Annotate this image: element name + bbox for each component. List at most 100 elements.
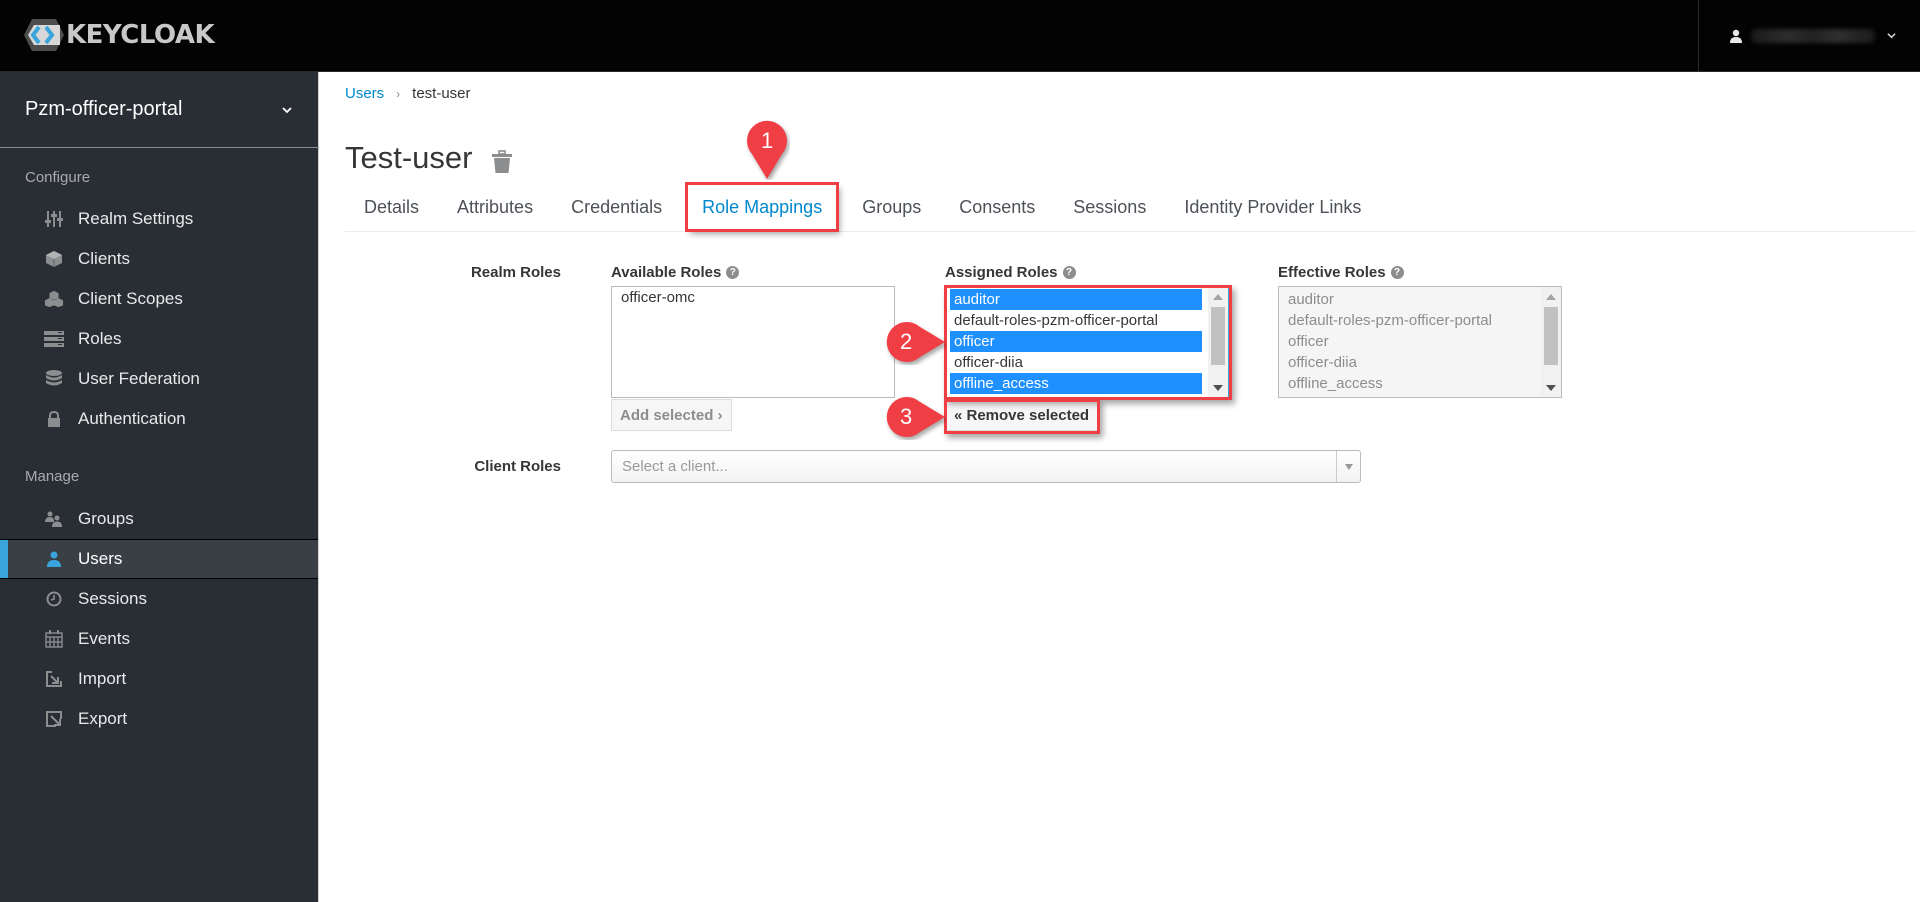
available-role-option[interactable]: officer-omc [612,287,894,308]
effective-role-option: default-roles-pzm-officer-portal [1288,312,1492,329]
sidebar-item-label: Roles [78,329,122,348]
sidebar-item-realm-settings[interactable]: Realm Settings [0,199,318,239]
assigned-roles-listbox[interactable]: auditor default-roles-pzm-officer-portal… [945,286,1229,398]
scroll-down-arrow-icon[interactable] [1213,385,1223,391]
dropdown-arrow-icon [1336,451,1360,482]
scroll-up-arrow-icon[interactable] [1213,294,1223,300]
sidebar-item-label: Realm Settings [78,209,194,228]
scroll-up-arrow-icon[interactable] [1546,294,1556,300]
map-pin-icon [886,397,945,437]
calendar-icon [44,630,64,648]
add-selected-button[interactable]: Add selected › [611,399,732,431]
tab-groups[interactable]: Groups [843,184,940,230]
breadcrumb: Users › test-user [345,85,471,102]
effective-roles-listbox: auditor default-roles-pzm-officer-portal… [1278,286,1562,398]
effective-role-option: officer [1288,333,1329,350]
user-icon [1730,29,1742,43]
help-icon[interactable]: ? [1390,266,1404,279]
tab-role-mappings[interactable]: Role Mappings [685,182,840,232]
effective-roles-header: Effective Roles ? [1278,264,1404,281]
realm-selector[interactable]: Pzm-officer-portal [0,72,319,148]
assigned-role-option-auditor[interactable]: auditor [950,289,1202,310]
assigned-role-option-officer[interactable]: officer [950,331,1202,352]
effective-role-option: offline_access [1288,375,1383,392]
top-navbar: KEYCLOAK [0,0,1920,72]
realm-name: Pzm-officer-portal [25,98,183,120]
remove-selected-button[interactable]: « Remove selected [945,399,1099,431]
assigned-role-option-default-roles[interactable]: default-roles-pzm-officer-portal [950,310,1202,331]
marker-number: 2 [900,329,913,354]
assigned-roles-label: Assigned Roles [945,264,1058,281]
client-select-placeholder: Select a client... [622,458,728,475]
lock-icon [44,410,64,428]
user-menu[interactable] [1698,0,1920,71]
main-content: Users › test-user Test-user Details Attr… [320,72,1920,902]
annotation-marker-1: 1 [744,120,790,180]
cubes-icon [44,290,64,308]
trash-icon [492,150,513,173]
page-title: Test-user [345,140,473,175]
sidebar-item-authentication[interactable]: Authentication [0,399,318,439]
scrollbar-thumb[interactable] [1544,307,1558,365]
tab-attributes[interactable]: Attributes [438,184,552,230]
available-roles-listbox[interactable]: officer-omc [611,286,895,398]
sidebar-item-users[interactable]: Users [0,539,318,579]
keycloak-logo-icon [24,19,64,51]
sidebar-item-import[interactable]: Import [0,659,318,699]
server-icon [44,330,64,348]
effective-role-option: auditor [1288,291,1334,308]
breadcrumb-current: test-user [412,85,471,102]
sidebar-item-label: User Federation [78,369,200,388]
sidebar-item-label: Import [78,669,127,688]
tab-credentials[interactable]: Credentials [552,184,681,230]
assigned-role-option-offline-access[interactable]: offline_access [950,373,1202,394]
marker-number: 3 [900,404,913,429]
available-roles-label: Available Roles [611,264,722,281]
tab-sessions[interactable]: Sessions [1054,184,1165,230]
help-icon[interactable]: ? [726,266,740,279]
tab-consents[interactable]: Consents [940,184,1054,230]
scrollbar-thumb[interactable] [1211,307,1225,365]
sidebar-item-roles[interactable]: Roles [0,319,318,359]
client-select[interactable]: Select a client... [611,450,1361,483]
user-tabs: Details Attributes Credentials Role Mapp… [345,182,1915,232]
marker-number: 1 [761,128,774,153]
sidebar-item-sessions[interactable]: Sessions [0,579,318,619]
sidebar-item-client-scopes[interactable]: Client Scopes [0,279,318,319]
realm-roles-label: Realm Roles [470,264,561,281]
sidebar-item-clients[interactable]: Clients [0,239,318,279]
users-icon [44,510,64,528]
sidebar-item-export[interactable]: Export [0,699,318,739]
sidebar-item-events[interactable]: Events [0,619,318,659]
annotation-marker-3: 3 [884,394,946,440]
user-name-blurred [1751,28,1875,43]
sidebar-item-user-federation[interactable]: User Federation [0,359,318,399]
breadcrumb-link-users[interactable]: Users [345,85,384,102]
breadcrumb-separator: › [396,86,401,101]
tab-details[interactable]: Details [345,184,438,230]
sidebar: Pzm-officer-portal Configure Realm Setti… [0,72,319,902]
sliders-icon [44,210,64,228]
tab-identity-provider-links[interactable]: Identity Provider Links [1165,184,1380,230]
help-icon[interactable]: ? [1062,266,1076,279]
scroll-down-arrow-icon[interactable] [1546,385,1556,391]
assigned-roles-scrollbar[interactable] [1208,287,1228,397]
delete-user-button[interactable] [492,146,513,173]
export-icon [44,710,64,728]
effective-roles-scrollbar[interactable] [1541,287,1561,397]
available-roles-header: Available Roles ? [611,264,740,281]
import-icon [44,670,64,688]
page-title-container: Test-user [345,140,513,176]
annotation-marker-2: 2 [884,319,946,365]
section-title-configure: Configure [25,169,91,186]
sidebar-item-groups[interactable]: Groups [0,499,318,539]
sidebar-item-label: Client Scopes [78,289,183,308]
assigned-role-option-officer-diia[interactable]: officer-diia [950,352,1202,373]
keycloak-logo[interactable]: KEYCLOAK [24,18,215,52]
assigned-roles-header: Assigned Roles ? [945,264,1076,281]
sidebar-item-label: Users [78,549,123,568]
cube-icon [44,250,64,268]
sidebar-item-label: Export [78,709,128,728]
chevron-down-icon [1887,33,1896,39]
section-title-manage: Manage [25,468,80,485]
